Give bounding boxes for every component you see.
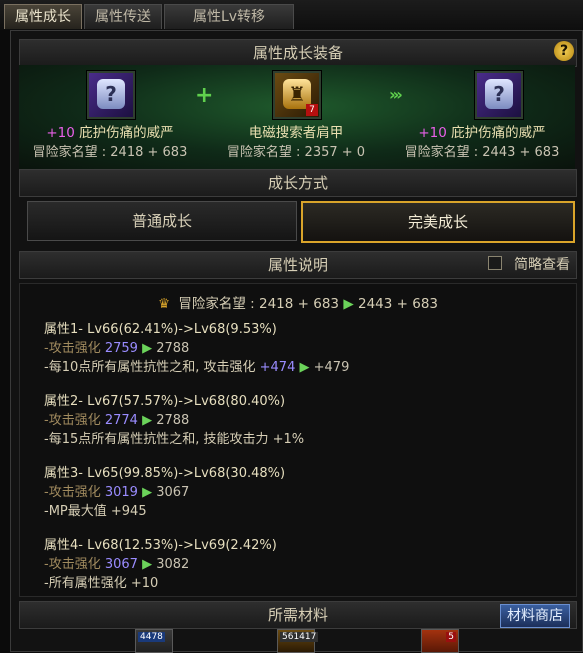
- source-equip-name: +10 庇护伤痛的威严: [46, 125, 174, 141]
- perfect-growth-button[interactable]: 完美成长: [301, 201, 575, 243]
- arrow-right-icon: ›››: [389, 85, 403, 104]
- simple-view-checkbox[interactable]: [487, 256, 502, 270]
- material-count: 4478: [138, 632, 165, 642]
- tab-attribute-level-transfer[interactable]: 属性Lv转移: [164, 4, 294, 29]
- material-equip-name: 电磁搜索者肩甲: [248, 125, 344, 141]
- equip-badge: 7: [306, 104, 318, 116]
- material-slot[interactable]: 5: [421, 629, 459, 653]
- material-equip-fame: 冒险家名望 : 2357 + 0: [226, 145, 366, 160]
- growth-section-header: 成长方式: [19, 169, 577, 197]
- attribute-1: 属性1- Lv66(62.41%)->Lv68(9.53%) -攻击强化 275…: [44, 322, 350, 375]
- source-equip-fame: 冒险家名望 : 2418 + 683: [32, 145, 188, 160]
- fame-summary: ♛ 冒险家名望 : 2418 + 683 ▶ 2443 + 683: [157, 296, 439, 312]
- arrow-right-icon: ▶: [343, 296, 354, 312]
- source-equip-slot[interactable]: ?: [87, 71, 135, 119]
- result-equip-name: +10 庇护伤痛的威严: [418, 125, 546, 141]
- desc-section-header: 属性说明 简略查看: [19, 251, 577, 279]
- equip-section-title: 属性成长装备: [252, 44, 343, 62]
- materials-section-title: 所需材料: [267, 606, 328, 624]
- simple-view-label: 简略查看: [514, 257, 570, 273]
- tab-attribute-growth[interactable]: 属性成长: [4, 4, 82, 29]
- simple-view-toggle[interactable]: 简略查看: [487, 253, 570, 277]
- result-equip-slot[interactable]: ?: [475, 71, 523, 119]
- material-equip-slot[interactable]: ♜ 7: [273, 71, 321, 119]
- result-equip-fame: 冒险家名望 : 2443 + 683: [404, 145, 560, 160]
- attribute-3: 属性3- Lv65(99.85%)->Lv68(30.48%) -攻击强化 30…: [44, 466, 286, 519]
- equip-area: ? + ♜ 7 ››› ? +10 庇护伤痛的威严 冒险家名望 : 2418 +…: [19, 65, 575, 169]
- attribute-2: 属性2- Lv67(57.57%)->Lv68(80.40%) -攻击强化 27…: [44, 394, 305, 447]
- scroll-icon: ?: [97, 79, 125, 109]
- scroll-icon: ?: [485, 79, 513, 109]
- normal-growth-button[interactable]: 普通成长: [27, 201, 297, 241]
- material-count: 5: [446, 632, 456, 642]
- equip-section-header: 属性成长装备 ?: [19, 39, 577, 67]
- material-shop-button[interactable]: 材料商店: [500, 604, 570, 628]
- attribute-description: ♛ 冒险家名望 : 2418 + 683 ▶ 2443 + 683 属性1- L…: [19, 283, 577, 597]
- fame-icon: ♛: [157, 296, 171, 312]
- plus-icon: +: [195, 83, 214, 108]
- materials-section-header: 所需材料 材料商店: [19, 601, 577, 629]
- desc-section-title: 属性说明: [267, 256, 328, 274]
- growth-section-title: 成长方式: [267, 174, 328, 192]
- tab-attribute-transfer[interactable]: 属性传送: [84, 4, 162, 29]
- material-slot[interactable]: 4478: [135, 629, 173, 653]
- main-panel: 属性成长装备 ? ? + ♜ 7 ››› ? +10 庇护伤痛的威严 冒险家名望…: [10, 30, 583, 653]
- material-count: 561417: [280, 632, 319, 642]
- attribute-4: 属性4- Lv68(12.53%)->Lv69(2.42%) -攻击强化 306…: [44, 538, 277, 591]
- material-slot[interactable]: 561417: [277, 629, 319, 653]
- tab-bar: 属性成长 属性传送 属性Lv转移: [0, 0, 583, 30]
- help-icon[interactable]: ?: [554, 41, 574, 61]
